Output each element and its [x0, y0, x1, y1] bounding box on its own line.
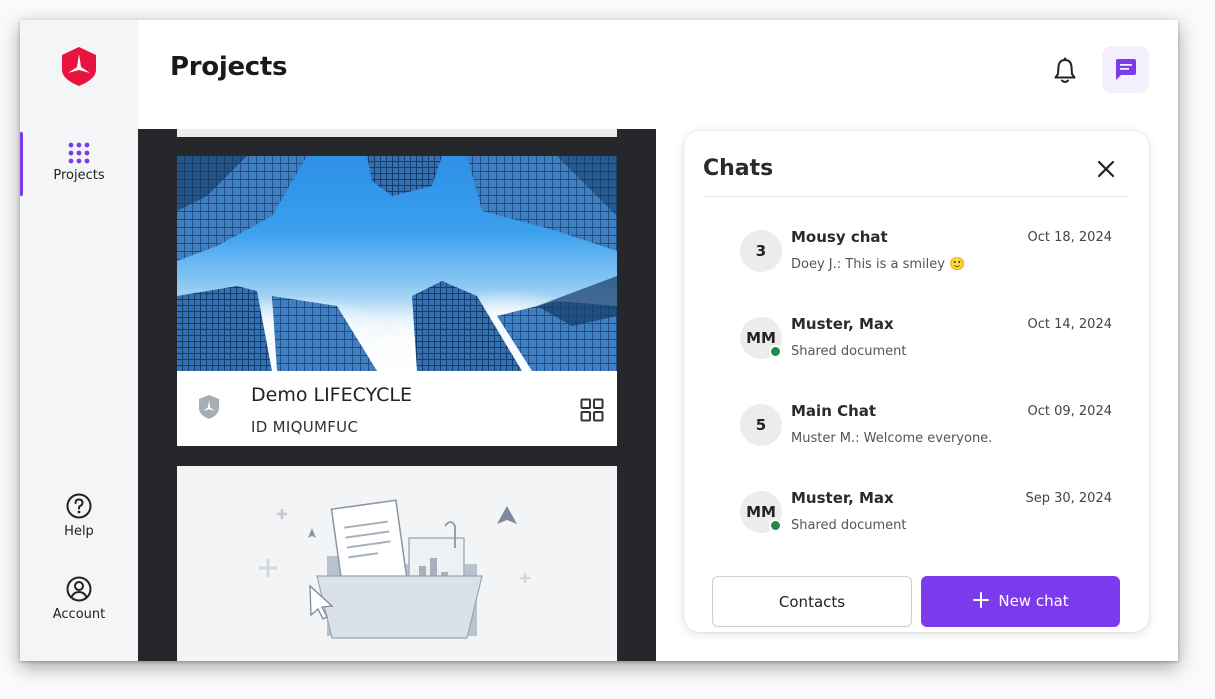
contacts-button[interactable]: Contacts [712, 576, 912, 627]
project-card[interactable]: Demo LIFECYCLE ID MIQUMFUC [177, 156, 617, 446]
project-image [177, 156, 617, 371]
project-id: ID MIQUMFUC [251, 418, 359, 436]
grid-dots-icon [68, 142, 90, 164]
chat-list-item[interactable]: 5 Main Chat Oct 09, 2024 Muster M.: Welc… [740, 397, 1112, 457]
chat-last-message: Doey J.: This is a smiley 🙂 [791, 257, 966, 272]
project-shield-icon [199, 395, 219, 419]
sidebar-item-label: Account [52, 607, 106, 622]
chat-list-item[interactable]: MM Muster, Max Sep 30, 2024 Shared docum… [740, 484, 1112, 544]
bell-icon[interactable] [1050, 56, 1080, 86]
sidebar-item-label: Help [64, 524, 94, 539]
chats-panel: Chats 3 Mousy chat Oct 18, 2024 Doey J.:… [684, 131, 1149, 632]
avatar: 3 [740, 230, 782, 272]
chat-name: Muster, Max [791, 489, 894, 507]
chat-name: Main Chat [791, 402, 877, 420]
chat-date: Sep 30, 2024 [1025, 491, 1112, 506]
chat-name: Mousy chat [791, 228, 888, 246]
help-circle-icon [66, 493, 92, 519]
app-window: Projects Help Account Projects Demo LIFE… [20, 20, 1178, 661]
chat-bubble-icon [1116, 59, 1136, 80]
chats-title: Chats [703, 156, 774, 181]
project-title: Demo LIFECYCLE [251, 384, 412, 406]
divider [703, 196, 1129, 197]
project-card-placeholder[interactable] [177, 466, 617, 661]
empty-folder-illustration [259, 499, 530, 639]
new-chat-button[interactable]: New chat [921, 576, 1120, 627]
chat-last-message: Shared document [791, 344, 907, 359]
avatar: 5 [740, 404, 782, 446]
online-status-dot [769, 519, 782, 532]
sidebar-item-label: Projects [53, 168, 105, 183]
new-chat-button-label: New chat [998, 592, 1069, 610]
chat-date: Oct 18, 2024 [1027, 230, 1113, 245]
online-status-dot [769, 345, 782, 358]
active-indicator [20, 132, 23, 196]
chat-date: Oct 14, 2024 [1027, 317, 1113, 332]
sidebar-item-projects[interactable]: Projects [20, 132, 138, 196]
chat-list-item[interactable]: MM Muster, Max Oct 14, 2024 Shared docum… [740, 310, 1112, 370]
page-title: Projects [170, 52, 288, 82]
project-card-partial[interactable] [177, 129, 617, 137]
close-icon[interactable] [1094, 157, 1118, 181]
grid-view-icon[interactable] [580, 398, 604, 422]
chat-date: Oct 09, 2024 [1027, 404, 1113, 419]
chat-last-message: Muster M.: Welcome everyone. [791, 431, 993, 446]
chat-list-item[interactable]: 3 Mousy chat Oct 18, 2024 Doey J.: This … [740, 223, 1112, 283]
chat-toggle-button[interactable] [1102, 46, 1149, 93]
contacts-button-label: Contacts [778, 593, 846, 611]
user-circle-icon [66, 576, 92, 602]
sidebar: Projects Help Account [20, 20, 138, 661]
chat-name: Muster, Max [791, 315, 894, 333]
sidebar-item-account[interactable]: Account [20, 575, 138, 622]
sidebar-item-help[interactable]: Help [20, 492, 138, 539]
plus-icon [973, 592, 990, 608]
chat-last-message: Shared document [791, 518, 907, 533]
projects-list: Demo LIFECYCLE ID MIQUMFUC [138, 129, 656, 661]
brand-logo-icon[interactable] [59, 45, 99, 87]
